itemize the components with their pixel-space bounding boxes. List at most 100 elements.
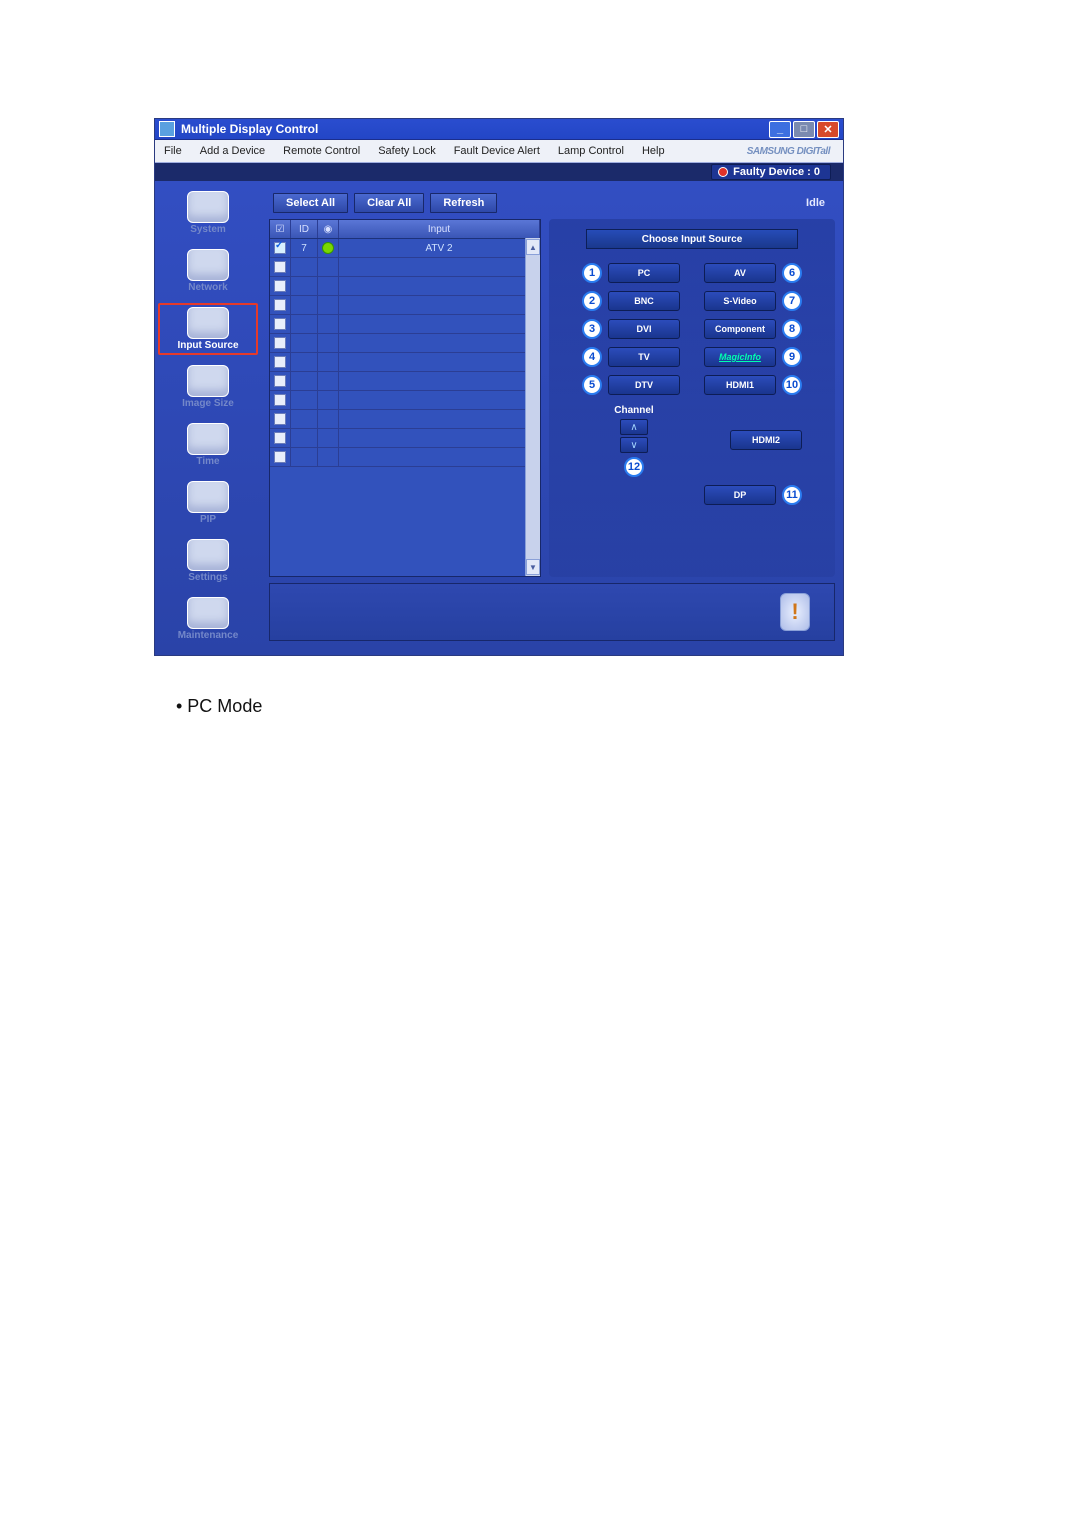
table-row[interactable]: [270, 315, 540, 334]
sidebar-icon: [187, 597, 229, 629]
source-button[interactable]: S-Video: [704, 291, 776, 311]
channel-label: Channel: [614, 405, 653, 416]
source-dvi: 3 DVI: [582, 319, 686, 339]
table-row[interactable]: [270, 391, 540, 410]
source-button[interactable]: MagicInfo: [704, 347, 776, 367]
source-button[interactable]: HDMI2: [730, 430, 802, 450]
sidebar-icon: [187, 191, 229, 223]
source-tv: 4TV: [582, 347, 686, 367]
row-checkbox[interactable]: [274, 413, 286, 425]
row-checkbox[interactable]: [274, 280, 286, 292]
sidebar-item-input-source[interactable]: Input Source: [158, 303, 258, 355]
menu-add-device[interactable]: Add a Device: [191, 140, 274, 162]
sidebar-item-label: Input Source: [177, 340, 238, 351]
sidebar-icon: [187, 423, 229, 455]
menu-remote-control[interactable]: Remote Control: [274, 140, 369, 162]
source-pc: 1 PC: [582, 263, 686, 283]
menu-safety-lock[interactable]: Safety Lock: [369, 140, 444, 162]
table-row[interactable]: [270, 429, 540, 448]
row-checkbox[interactable]: [274, 451, 286, 463]
row-checkbox[interactable]: [274, 261, 286, 273]
row-checkbox[interactable]: [274, 337, 286, 349]
source-button[interactable]: DTV: [608, 375, 680, 395]
table-row[interactable]: [270, 258, 540, 277]
table-row[interactable]: 7ATV 2: [270, 239, 540, 258]
menu-fault-device-alert[interactable]: Fault Device Alert: [445, 140, 549, 162]
callout-badge: 1: [582, 263, 602, 283]
menu-bar: File Add a Device Remote Control Safety …: [155, 140, 843, 163]
callout-badge: 9: [782, 347, 802, 367]
source-button[interactable]: AV: [704, 263, 776, 283]
callout-badge: 8: [782, 319, 802, 339]
source-button[interactable]: PC: [608, 263, 680, 283]
callout-badge: 10: [782, 375, 802, 395]
refresh-button[interactable]: Refresh: [430, 193, 497, 213]
sidebar-item-system[interactable]: System: [158, 187, 258, 239]
brand-label: SAMSUNG DIGITall: [738, 140, 839, 162]
table-row[interactable]: [270, 410, 540, 429]
grid-header: ☑ ID ◉ Input: [270, 220, 540, 239]
source-button[interactable]: Component: [704, 319, 776, 339]
row-checkbox[interactable]: [274, 318, 286, 330]
col-input[interactable]: Input: [339, 220, 540, 238]
sidebar-item-image-size[interactable]: Image Size: [158, 361, 258, 413]
page-caption: • PC Mode: [176, 696, 1080, 717]
clear-all-button[interactable]: Clear All: [354, 193, 424, 213]
col-check[interactable]: ☑: [270, 220, 291, 238]
faulty-device-badge[interactable]: Faulty Device : 0: [711, 164, 831, 180]
info-icon[interactable]: !: [780, 593, 810, 631]
callout-badge: 11: [782, 485, 802, 505]
table-row[interactable]: [270, 277, 540, 296]
source-button[interactable]: TV: [608, 347, 680, 367]
content-area: Select All Clear All Refresh Idle ☑ ID ◉…: [261, 181, 843, 655]
source-button[interactable]: BNC: [608, 291, 680, 311]
source-s-video: S-Video 7: [698, 291, 802, 311]
source-button[interactable]: HDMI1: [704, 375, 776, 395]
table-row[interactable]: [270, 334, 540, 353]
sidebar-item-network[interactable]: Network: [158, 245, 258, 297]
menu-help[interactable]: Help: [633, 140, 674, 162]
table-row[interactable]: [270, 372, 540, 391]
scroll-down-button[interactable]: ▼: [526, 559, 540, 575]
faulty-device-text: Faulty Device : 0: [733, 166, 820, 178]
sidebar-item-label: System: [190, 224, 226, 235]
table-row[interactable]: [270, 353, 540, 372]
sidebar-item-maintenance[interactable]: Maintenance: [158, 593, 258, 645]
close-button[interactable]: ✕: [817, 121, 839, 138]
row-checkbox[interactable]: [274, 375, 286, 387]
source-button[interactable]: DP: [704, 485, 776, 505]
channel-up-button[interactable]: ∧: [620, 419, 648, 435]
table-row[interactable]: [270, 296, 540, 315]
sidebar-item-label: Image Size: [182, 398, 234, 409]
maximize-button[interactable]: □: [793, 121, 815, 138]
row-checkbox[interactable]: [274, 299, 286, 311]
table-row[interactable]: [270, 448, 540, 467]
sidebar-item-label: Maintenance: [178, 630, 239, 641]
sidebar-icon: [187, 481, 229, 513]
menu-file[interactable]: File: [155, 140, 191, 162]
row-checkbox[interactable]: [274, 242, 286, 254]
row-checkbox[interactable]: [274, 432, 286, 444]
sidebar-item-time[interactable]: Time: [158, 419, 258, 471]
row-checkbox[interactable]: [274, 394, 286, 406]
grid-scrollbar[interactable]: ▲ ▼: [525, 238, 540, 576]
source-bnc: 2 BNC: [582, 291, 686, 311]
select-all-button[interactable]: Select All: [273, 193, 348, 213]
toolbar: Select All Clear All Refresh Idle: [269, 189, 835, 219]
col-status[interactable]: ◉: [318, 220, 339, 238]
callout-badge: 2: [582, 291, 602, 311]
channel-down-button[interactable]: ∨: [620, 437, 648, 453]
row-checkbox[interactable]: [274, 356, 286, 368]
status-bar: Faulty Device : 0: [155, 163, 843, 181]
callout-badge: 3: [582, 319, 602, 339]
menu-lamp-control[interactable]: Lamp Control: [549, 140, 633, 162]
callout-badge: 7: [782, 291, 802, 311]
sidebar-item-pip[interactable]: PIP: [158, 477, 258, 529]
minimize-button[interactable]: _: [769, 121, 791, 138]
callout-badge: 6: [782, 263, 802, 283]
sidebar-item-settings[interactable]: Settings: [158, 535, 258, 587]
col-id[interactable]: ID: [291, 220, 318, 238]
scroll-up-button[interactable]: ▲: [526, 239, 540, 255]
source-dp: DP 11: [698, 485, 802, 505]
source-button[interactable]: DVI: [608, 319, 680, 339]
